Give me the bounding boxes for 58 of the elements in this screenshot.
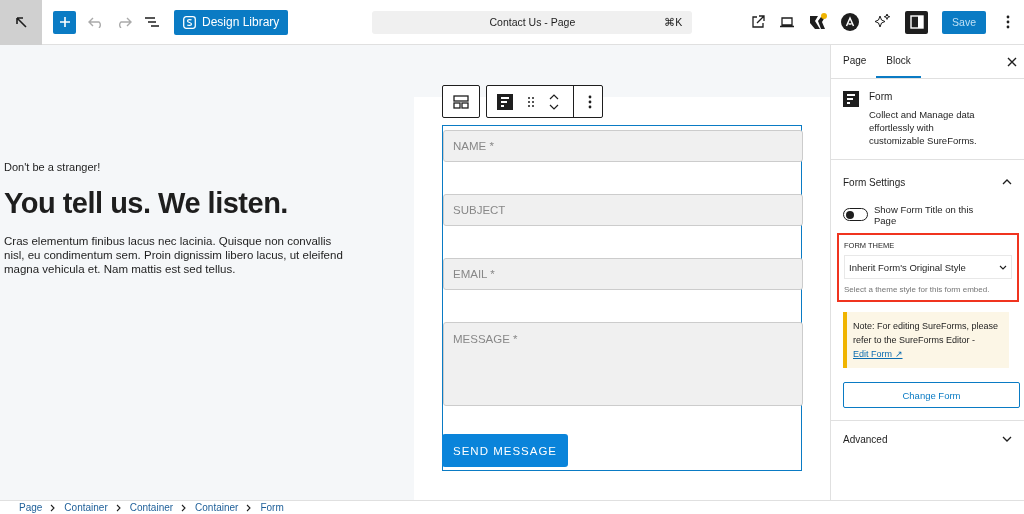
breadcrumb-link[interactable]: Page [19, 501, 43, 514]
site-logo-button[interactable] [0, 0, 42, 45]
toggle-label: Show Form Title on this Page [874, 204, 975, 226]
panel-title: Form Settings [843, 176, 906, 188]
block-options-icon[interactable] [588, 94, 592, 109]
toggle-switch[interactable] [843, 208, 868, 221]
breadcrumb-link[interactable]: Container [129, 501, 174, 514]
block-name: Form [869, 91, 894, 102]
form-block-icon[interactable] [497, 93, 513, 110]
change-form-button[interactable]: Change Form [843, 382, 1020, 408]
message-field[interactable]: MESSAGE * [443, 322, 803, 406]
chevron-icon [246, 503, 253, 512]
move-arrows-icon[interactable] [549, 92, 559, 111]
breadcrumb-link[interactable]: Form [260, 501, 284, 514]
shortcut-hint: ⌘K [664, 16, 683, 28]
drag-handle-icon[interactable] [527, 95, 535, 108]
plugin-logo-icon[interactable] [809, 13, 828, 31]
sidebar-tab[interactable]: Block [876, 45, 921, 78]
block-toolbar-button[interactable] [442, 85, 480, 118]
form-settings-header[interactable]: Form Settings [843, 160, 1020, 204]
text-field[interactable]: SUBJECT [443, 194, 803, 226]
laptop-icon[interactable] [779, 16, 796, 28]
advanced-header[interactable]: Advanced [831, 421, 1024, 457]
chevron-icon [115, 503, 122, 512]
layout-icon [453, 94, 469, 109]
help-text: Select a theme style for this form embed. [844, 285, 991, 294]
library-logo-icon [183, 15, 196, 29]
page-heading: You tell us. We listen. [4, 187, 289, 220]
chevron-icon [181, 503, 188, 512]
edit-form-link[interactable]: Edit Form ↗ [853, 349, 903, 359]
text-field[interactable]: NAME * [443, 130, 803, 162]
close-icon[interactable] [1007, 56, 1017, 67]
panel-title: Advanced [843, 433, 888, 445]
design-library-button[interactable]: Design Library [174, 9, 289, 35]
plus-icon [58, 16, 71, 28]
add-block-button[interactable] [53, 10, 76, 34]
astra-logo-icon[interactable] [841, 13, 860, 31]
arrow-icon [15, 16, 27, 28]
settings-panel-button[interactable] [905, 10, 929, 34]
page-title: Contact Us - Page [489, 16, 576, 28]
send-message-button[interactable]: SEND MESSAGE [442, 434, 569, 467]
text-field[interactable]: EMAIL * [443, 258, 803, 290]
command-bar[interactable]: Contact Us - Page ⌘K [372, 10, 693, 34]
theme-select[interactable]: Inherit Form's Original Style [844, 255, 1012, 279]
chevron-icon [50, 503, 57, 512]
chevron-icon [999, 264, 1007, 270]
block-description: Collect and Manage data effortlessly with customizable SureForms. [869, 108, 978, 147]
list-view-icon[interactable] [144, 16, 160, 28]
sidebar-icon [909, 15, 924, 29]
eyebrow-text: Don't be a stranger! [4, 161, 102, 173]
breadcrumb-link[interactable]: Container [195, 501, 239, 514]
more-options-icon[interactable] [1006, 15, 1010, 29]
sidebar-tab[interactable]: Page [833, 45, 877, 78]
note-text: Note: For editing SureForms, please refer to the SureForms Editor - [853, 320, 1000, 347]
form-block-icon [843, 91, 859, 107]
breadcrumb-link[interactable]: Container [64, 501, 108, 514]
external-link-icon[interactable] [751, 15, 766, 29]
body-paragraph: Cras elementum finibus lacus nec lacinia. Quisque non convallis nisl, eu condimentum sem. Proin dignissim libero lacus, ut eleifend magna vehicula et. Nam mattis est sed tellus. [4, 234, 344, 276]
